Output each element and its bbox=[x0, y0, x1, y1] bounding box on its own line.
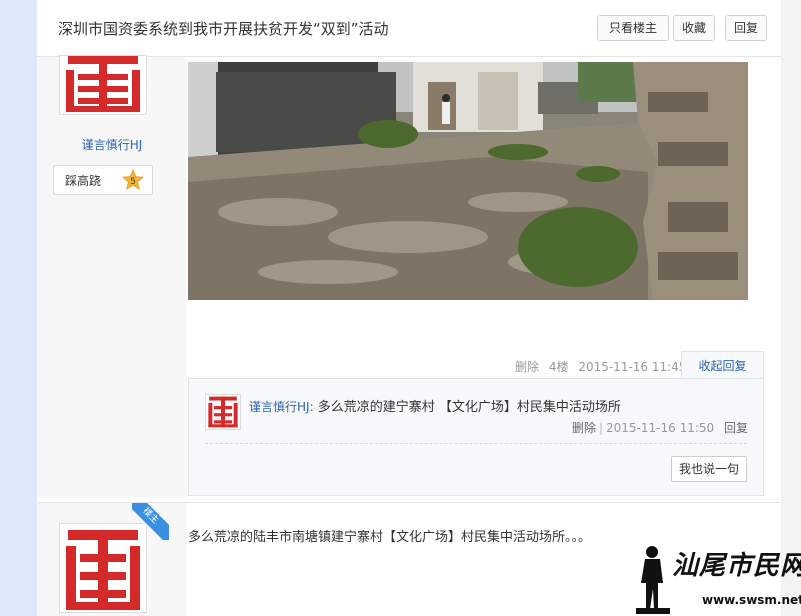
reply-thread: 谨言慎行HJ: 多么荒凉的建宁寨村 【文化广场】村民集中活动场所 删除 | 2015… bbox=[188, 378, 764, 496]
right-margin bbox=[781, 0, 801, 616]
favorite-button[interactable]: 收藏 bbox=[673, 15, 715, 41]
op-badge-label: 楼主 bbox=[132, 503, 169, 540]
reply-text: 多么荒凉的建宁寨村 【文化广场】村民集中活动场所 bbox=[317, 400, 621, 415]
thread-title: 深圳市国资委系统到我市开展扶贫开发“双到”活动 bbox=[58, 20, 389, 38]
thread-page: 深圳市国资委系统到我市开展扶贫开发“双到”活动 只看楼主 收藏 回复 谨言慎行H… bbox=[37, 0, 781, 616]
reply-divider bbox=[205, 443, 747, 444]
delete-link[interactable]: 删除 bbox=[515, 360, 539, 374]
level-name: 踩高跷 bbox=[65, 174, 102, 188]
thread-header: 深圳市国资委系统到我市开展扶贫开发“双到”活动 只看楼主 收藏 回复 bbox=[37, 0, 781, 57]
reply-author[interactable]: 谨言慎行HJ: bbox=[249, 400, 314, 414]
left-margin bbox=[0, 0, 37, 616]
seal-avatar-icon bbox=[60, 56, 146, 114]
level-star-icon: 5 bbox=[122, 169, 144, 190]
reply-time: 2015-11-16 11:50 bbox=[606, 421, 715, 435]
op-badge: 楼主 bbox=[132, 503, 169, 540]
reply-avatar[interactable] bbox=[205, 394, 241, 430]
only-op-button[interactable]: 只看楼主 bbox=[597, 15, 669, 41]
watermark-site-name: 汕尾市民网 bbox=[672, 551, 801, 581]
watermark-url: www.swsm.net bbox=[702, 593, 801, 607]
reply-content: 谨言慎行HJ: 多么荒凉的建宁寨村 【文化广场】村民集中活动场所 bbox=[249, 396, 621, 415]
author-level-badge[interactable]: 踩高跷 5 bbox=[53, 165, 153, 195]
author-avatar[interactable] bbox=[59, 55, 147, 115]
post-content: 多么荒凉的陆丰市南塘镇建宁寨村【文化广场】村民集中活动场所。。。 bbox=[188, 530, 592, 545]
post-time: 2015-11-16 11:45 bbox=[578, 360, 687, 374]
collapse-reply-tab[interactable]: 收起回复 bbox=[681, 351, 764, 380]
post-meta: 删除 4楼 2015-11-16 11:45 bbox=[515, 358, 692, 375]
floor-number: 4楼 bbox=[548, 360, 569, 374]
level-number: 5 bbox=[130, 177, 136, 187]
reply-delete-link[interactable]: 删除 bbox=[572, 421, 596, 435]
reply-button[interactable]: 回复 bbox=[725, 15, 767, 41]
silhouette-icon bbox=[636, 546, 670, 614]
post-photo[interactable] bbox=[188, 62, 748, 300]
seal-avatar-icon bbox=[206, 395, 240, 429]
village-square-photo bbox=[188, 62, 748, 300]
author-name[interactable]: 谨言慎行HJ bbox=[37, 136, 187, 153]
say-something-button[interactable]: 我也说一句 bbox=[671, 456, 747, 482]
site-watermark: 汕尾市民网 www.swsm.net bbox=[634, 543, 801, 616]
reply-meta: 删除 | 2015-11-16 11:50 回复 bbox=[571, 421, 748, 435]
author-sidebar: 谨言慎行HJ 踩高跷 5 bbox=[37, 55, 187, 497]
reply-reply-link[interactable]: 回复 bbox=[724, 421, 748, 435]
